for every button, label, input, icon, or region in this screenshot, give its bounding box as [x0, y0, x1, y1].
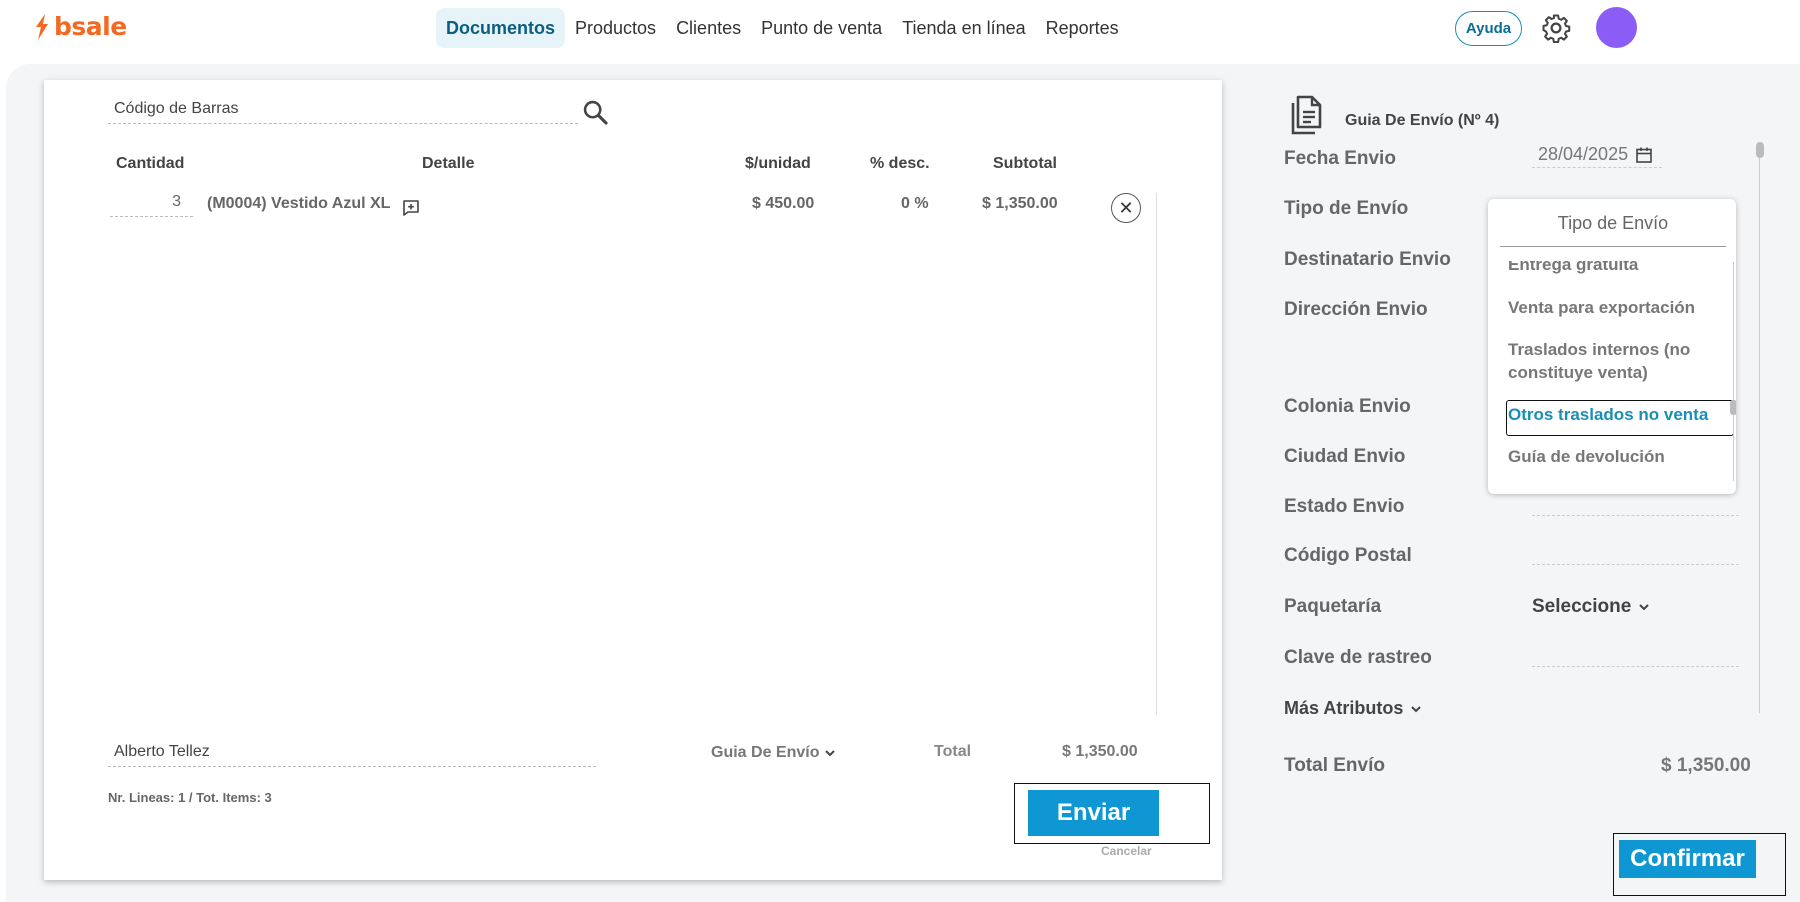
option-venta-exportacion[interactable]: Venta para exportación — [1508, 296, 1713, 319]
subtotal: $ 1,350.00 — [982, 195, 1058, 212]
carrier-select-value: Seleccione — [1532, 596, 1632, 617]
date-input[interactable]: 28/04/2025 — [1538, 144, 1628, 165]
label-destinatario: Destinatario Envio — [1284, 249, 1451, 270]
date-underline — [1532, 167, 1662, 168]
label-colonia: Colonia Envio — [1284, 396, 1411, 417]
document-icon — [1291, 95, 1322, 135]
label-direccion: Dirección Envio — [1284, 299, 1428, 320]
label-paqueteria: Paquetaría — [1284, 596, 1382, 617]
dropdown-scrollbar-thumb[interactable] — [1730, 400, 1736, 415]
column-discount: % desc. — [870, 155, 930, 172]
postal-code-input[interactable] — [1532, 564, 1739, 565]
chevron-down-icon — [825, 750, 836, 757]
close-icon: ✕ — [1118, 197, 1134, 218]
unit-price: $ 450.00 — [752, 195, 815, 212]
label-ciudad: Ciudad Envio — [1284, 446, 1406, 467]
total-value: $ 1,350.00 — [1062, 743, 1138, 760]
shipping-type-dropdown: Tipo de Envío Entrega gratuita Venta par… — [1488, 199, 1736, 494]
label-estado: Estado Envio — [1284, 496, 1405, 517]
cancel-link[interactable]: Cancelar — [1101, 844, 1152, 858]
document-type-label: Guia De Envío — [711, 744, 820, 761]
total-label: Total — [934, 743, 972, 760]
option-guia-devolucion[interactable]: Guía de devolución — [1508, 445, 1713, 468]
label-tipo-envio: Tipo de Envío — [1284, 198, 1409, 219]
brand-logo[interactable]: bsale — [34, 12, 127, 41]
item-detail: (M0004) Vestido Azul XL — [207, 195, 391, 212]
nav-punto-de-venta[interactable]: Punto de venta — [751, 8, 892, 48]
add-note-icon[interactable] — [402, 199, 420, 217]
sidebar-scrollbar-track[interactable] — [1759, 148, 1760, 713]
chevron-down-icon — [1639, 604, 1649, 611]
nav-tienda-en-linea[interactable]: Tienda en línea — [892, 8, 1035, 48]
column-subtotal: Subtotal — [993, 155, 1057, 172]
dropdown-options: Entrega gratuita Venta para exportación … — [1488, 261, 1736, 486]
shipping-total-label: Total Envío — [1284, 755, 1385, 776]
label-clave-rastreo: Clave de rastreo — [1284, 647, 1432, 668]
user-avatar[interactable] — [1596, 7, 1637, 48]
main-nav: Documentos Productos Clientes Punto de v… — [436, 8, 1129, 48]
more-attributes-toggle[interactable]: Más Atributos — [1284, 698, 1423, 719]
send-button[interactable]: Enviar — [1028, 790, 1159, 836]
shipping-total-value: $ 1,350.00 — [1661, 755, 1751, 776]
estado-input[interactable] — [1532, 515, 1739, 516]
help-button[interactable]: Ayuda — [1455, 11, 1522, 46]
gear-icon[interactable] — [1541, 13, 1571, 43]
dropdown-title: Tipo de Envío — [1500, 213, 1726, 247]
chevron-down-icon — [1411, 705, 1422, 712]
shipping-document-title: Guia De Envío (Nº 4) — [1345, 112, 1500, 129]
dropdown-scrollbar-track[interactable] — [1733, 262, 1734, 481]
barcode-input[interactable]: Código de Barras — [108, 98, 578, 124]
bolt-icon — [36, 13, 48, 40]
nav-documentos[interactable]: Documentos — [436, 8, 566, 48]
column-cantidad: Cantidad — [116, 155, 185, 172]
tracking-input[interactable] — [1532, 666, 1739, 667]
carrier-select[interactable]: Seleccione — [1532, 596, 1651, 618]
scrollbar-track — [1156, 193, 1157, 715]
top-bar: bsale Documentos Productos Clientes Punt… — [0, 0, 1800, 56]
nav-reportes[interactable]: Reportes — [1036, 8, 1129, 48]
calendar-icon[interactable] — [1635, 146, 1653, 164]
nav-productos[interactable]: Productos — [565, 8, 666, 48]
label-fecha-envio: Fecha Envio — [1284, 148, 1396, 169]
quantity-input[interactable]: 3 — [110, 193, 193, 217]
search-icon[interactable] — [581, 98, 609, 126]
confirm-button[interactable]: Confirmar — [1619, 840, 1756, 878]
document-type-select[interactable]: Guia De Envío — [711, 744, 837, 762]
column-detalle: Detalle — [422, 155, 475, 172]
nav-clientes[interactable]: Clientes — [666, 8, 751, 48]
remove-row-button[interactable]: ✕ — [1111, 193, 1141, 223]
client-input[interactable]: Alberto Tellez — [108, 741, 596, 767]
more-attributes-label: Más Atributos — [1284, 698, 1404, 718]
option-entrega-gratuita[interactable]: Entrega gratuita — [1508, 261, 1713, 276]
discount: 0 % — [901, 195, 929, 212]
sidebar-scrollbar-thumb[interactable] — [1756, 142, 1764, 158]
brand-name: bsale — [54, 12, 127, 41]
option-traslados-internos[interactable]: Traslados internos (no constituye venta) — [1508, 338, 1713, 384]
label-codigo-postal: Código Postal — [1284, 545, 1412, 566]
column-unit-price: $/unidad — [745, 155, 811, 172]
selected-option-frame — [1506, 400, 1734, 436]
lines-info: Nr. Lineas: 1 / Tot. Items: 3 — [108, 790, 272, 805]
